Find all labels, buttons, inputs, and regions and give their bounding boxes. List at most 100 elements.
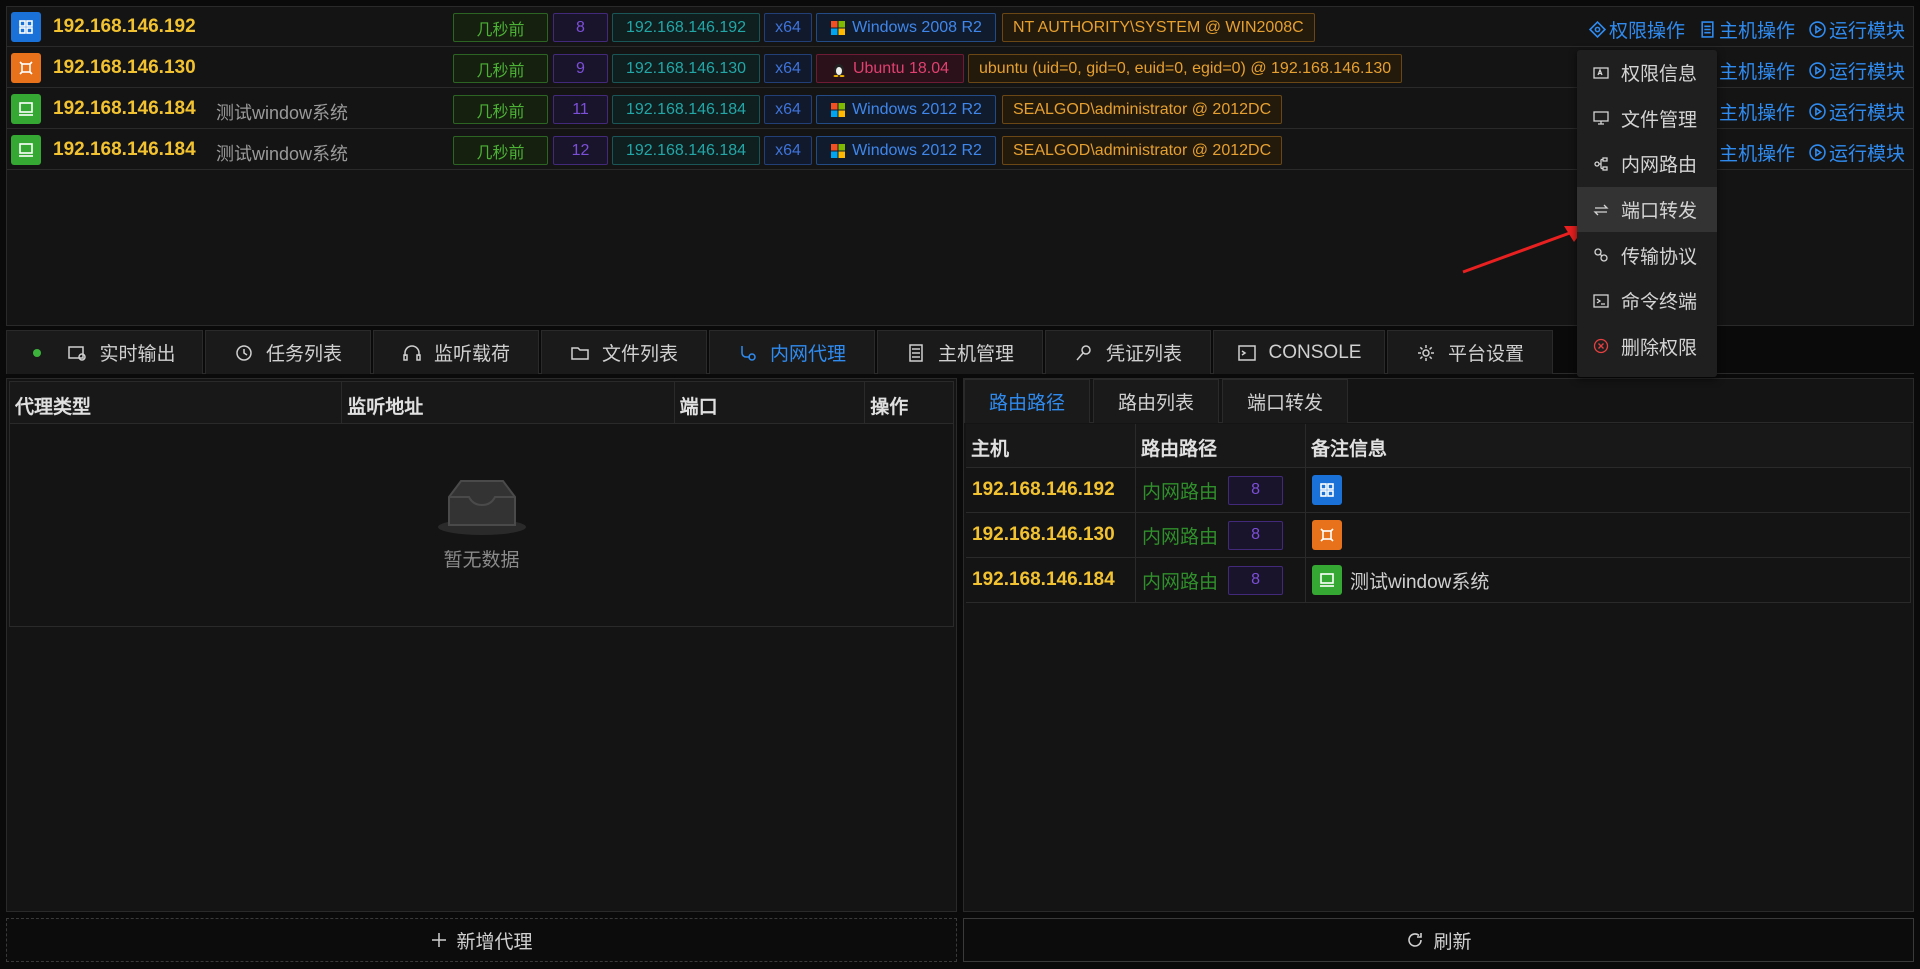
subtab-route-path[interactable]: 路由路径 xyxy=(964,379,1090,423)
refresh-button[interactable]: 刷新 xyxy=(963,918,1914,962)
key-icon xyxy=(1076,344,1091,360)
session-arch: x64 xyxy=(764,13,812,42)
route-path-label: 内网路由 xyxy=(1142,571,1219,593)
column-header[interactable]: 端口 xyxy=(675,382,866,423)
route-pid: 8 xyxy=(1228,475,1284,505)
tab-label: 实时输出 xyxy=(99,344,176,365)
proxy-icon xyxy=(741,345,756,361)
windows-logo-icon xyxy=(831,102,846,117)
permission-op-label: 权限操作 xyxy=(1608,21,1685,42)
empty-inbox-icon xyxy=(437,479,526,535)
menu-item-file-management[interactable]: 文件管理 xyxy=(1577,96,1717,142)
permission-op-link[interactable]: 权限操作 xyxy=(1588,16,1685,43)
tab-task-list[interactable]: 任务列表 xyxy=(205,330,371,374)
host-op-label: 主机操作 xyxy=(1718,144,1795,165)
tab-file-list[interactable]: 文件列表 xyxy=(541,330,707,374)
session-ip: 192.168.146.184 xyxy=(53,98,196,119)
menu-item-intranet-route[interactable]: 内网路由 xyxy=(1577,141,1717,187)
monitor-icon xyxy=(11,94,41,124)
session-os-label: Windows 2012 R2 xyxy=(852,141,982,159)
session-address: 192.168.146.192 xyxy=(612,13,760,42)
monitor-icon xyxy=(1593,111,1609,126)
session-time: 几秒前 xyxy=(453,95,548,124)
menu-item-label: 文件管理 xyxy=(1621,109,1698,131)
menu-item-label: 删除权限 xyxy=(1621,337,1698,359)
module-op-link[interactable]: 运行模块 xyxy=(1809,57,1905,84)
tab-listener-payload[interactable]: 监听载荷 xyxy=(373,330,539,374)
menu-item-delete-permission[interactable]: 删除权限 xyxy=(1577,324,1717,370)
add-proxy-button[interactable]: 新增代理 xyxy=(6,918,957,962)
tab-realtime-output[interactable]: 实时输出 xyxy=(6,330,203,374)
session-user: ubuntu (uid=0, gid=0, euid=0, egid=0) @ … xyxy=(968,54,1403,83)
table-row[interactable]: 192.168.146.130 内网路由 8 xyxy=(966,513,1911,558)
session-ip: 192.168.146.130 xyxy=(53,57,196,78)
menu-item-label: 传输协议 xyxy=(1621,246,1698,268)
windows-logo-icon xyxy=(831,143,846,158)
tab-host-management[interactable]: 主机管理 xyxy=(877,330,1043,374)
console-icon xyxy=(1237,344,1256,361)
session-ip: 192.168.146.184 xyxy=(53,139,196,160)
table-header: 代理类型 监听地址 端口 操作 xyxy=(10,382,953,424)
tab-credential-list[interactable]: 凭证列表 xyxy=(1045,330,1211,374)
route-pid: 8 xyxy=(1228,565,1284,595)
module-op-link[interactable]: 运行模块 xyxy=(1809,16,1905,43)
host-op-link[interactable]: 主机操作 xyxy=(1719,139,1795,166)
empty-text: 暂无数据 xyxy=(443,549,520,571)
host-op-link[interactable]: 主机操作 xyxy=(1699,16,1795,43)
session-row[interactable]: 192.168.146.192 几秒前 8 192.168.146.192 x6… xyxy=(7,7,1913,47)
column-header[interactable]: 监听地址 xyxy=(342,382,675,423)
session-user: SEALGOD\administrator @ 2012DC xyxy=(1002,95,1283,124)
session-note: 测试window系统 xyxy=(216,103,349,123)
menu-item-port-forward[interactable]: 端口转发 xyxy=(1577,186,1717,233)
add-proxy-label: 新增代理 xyxy=(456,931,533,953)
monitor-icon xyxy=(1312,565,1342,595)
session-pid: 8 xyxy=(553,13,608,42)
host-op-link[interactable]: 主机操作 xyxy=(1719,98,1795,125)
route-remark xyxy=(1306,513,1911,557)
tab-label: 内网代理 xyxy=(769,344,846,365)
tab-console[interactable]: CONSOLE xyxy=(1213,330,1385,374)
delete-icon xyxy=(1593,339,1609,354)
column-header[interactable]: 主机 xyxy=(966,424,1136,467)
subtab-port-forward[interactable]: 端口转发 xyxy=(1222,379,1348,423)
session-time: 几秒前 xyxy=(453,54,548,83)
host-op-link[interactable]: 主机操作 xyxy=(1719,57,1795,84)
menu-item-transport-protocol[interactable]: 传输协议 xyxy=(1577,232,1717,278)
play-circle-icon xyxy=(1809,21,1826,38)
monitor-icon xyxy=(11,135,41,165)
menu-item-command-terminal[interactable]: 命令终端 xyxy=(1577,278,1717,324)
session-address: 192.168.146.184 xyxy=(612,136,760,165)
linux-icon xyxy=(11,53,41,83)
network-icon xyxy=(1594,157,1608,171)
table-row[interactable]: 192.168.146.184 内网路由 8 测试window系统 xyxy=(966,558,1911,603)
diamond-icon xyxy=(1588,21,1606,38)
column-header[interactable]: 操作 xyxy=(865,382,953,423)
session-address: 192.168.146.184 xyxy=(612,95,760,124)
session-arch: x64 xyxy=(764,54,812,83)
tab-intranet-proxy[interactable]: 内网代理 xyxy=(709,330,875,374)
menu-item-permission-info[interactable]: 权限信息 xyxy=(1577,50,1717,96)
menu-item-label: 端口转发 xyxy=(1621,201,1698,223)
tab-platform-settings[interactable]: 平台设置 xyxy=(1387,330,1553,374)
column-header[interactable]: 路由路径 xyxy=(1136,424,1306,467)
table-row[interactable]: 192.168.146.192 内网路由 8 xyxy=(966,468,1911,513)
column-header[interactable]: 备注信息 xyxy=(1306,424,1911,467)
column-header[interactable]: 代理类型 xyxy=(10,382,343,423)
server-icon xyxy=(909,343,923,362)
route-remark xyxy=(1306,468,1911,512)
session-ops: 主机操作 运行模块 xyxy=(1719,139,1905,166)
tab-label: 文件列表 xyxy=(601,344,678,365)
menu-item-label: 权限信息 xyxy=(1621,64,1698,86)
module-op-link[interactable]: 运行模块 xyxy=(1809,98,1905,125)
play-circle-icon xyxy=(1809,62,1826,79)
plus-icon xyxy=(432,933,447,947)
tab-label: 平台设置 xyxy=(1447,344,1524,365)
route-path: 内网路由 8 xyxy=(1136,468,1306,512)
session-address: 192.168.146.130 xyxy=(612,54,760,83)
menu-item-label: 内网路由 xyxy=(1621,155,1698,177)
module-op-link[interactable]: 运行模块 xyxy=(1809,139,1905,166)
status-dot xyxy=(33,348,42,357)
subtab-route-list[interactable]: 路由列表 xyxy=(1093,379,1219,423)
route-host: 192.168.146.130 xyxy=(966,513,1136,557)
route-panel: 路由路径 路由列表 端口转发 主机 路由路径 备注信息 192.168.146.… xyxy=(963,378,1914,912)
